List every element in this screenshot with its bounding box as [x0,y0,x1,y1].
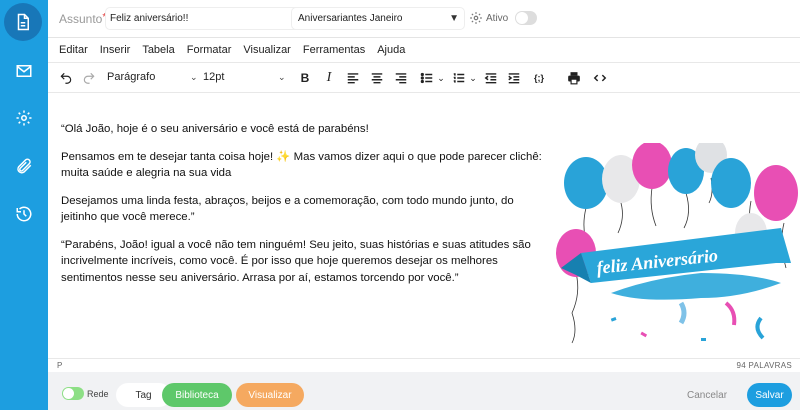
chevron-down-icon[interactable]: ⌄ [436,70,446,86]
editor-menubar: Editar Inserir Tabela Formatar Visualiza… [48,38,800,63]
gear-icon [16,110,32,126]
element-path[interactable]: P [57,361,62,370]
menu-formatar[interactable]: Formatar [187,44,232,56]
code-sample-button[interactable]: {;} [530,70,548,86]
print-icon [568,72,580,85]
align-center-button[interactable] [370,70,384,86]
rede-label: Rede [87,389,109,399]
subject-bar: Assunto* Aniversariantes Janeiro ▼ Ativo [48,0,800,38]
biblioteca-button[interactable]: Biblioteca [162,383,232,407]
sidebar [0,0,48,410]
visualizar-button[interactable]: Visualizar [236,383,304,407]
editor-statusbar: P 94 PALAVRAS [48,358,800,372]
chevron-down-icon: ⌄ [190,72,198,82]
align-left-icon [347,73,359,84]
menu-ferramentas[interactable]: Ferramentas [303,44,365,56]
font-size-select[interactable]: 12pt ⌄ [203,71,291,83]
indent-icon [508,73,520,84]
menu-editar[interactable]: Editar [59,44,88,56]
align-center-icon [371,73,383,84]
sidebar-item-settings[interactable] [8,102,40,134]
word-count: 94 PALAVRAS [736,361,792,370]
redo-icon [83,72,95,84]
redo-button[interactable] [81,70,97,86]
source-code-button[interactable] [592,70,608,86]
menu-tabela[interactable]: Tabela [142,44,174,56]
gear-icon[interactable] [469,11,483,25]
block-format-select[interactable]: Parágrafo ⌄ [107,71,198,83]
paragraph-wishes: Pensamos em te desejar tanta coisa hoje!… [61,150,542,180]
block-format-value: Parágrafo [107,71,156,83]
sidebar-item-history[interactable] [8,198,40,230]
chevron-down-icon: ▼ [449,13,459,24]
bottom-action-bar: Rede Tag Biblioteca Visualizar Cancelar … [48,372,800,410]
print-button[interactable] [566,70,582,86]
numbered-list-button[interactable] [452,70,466,86]
subject-label: Assunto* [59,12,106,26]
paperclip-icon [17,158,32,174]
editor-body[interactable]: “Olá João, hoje é o seu aniversário e vo… [48,93,800,358]
align-right-button[interactable] [394,70,408,86]
email-editor-app: Assunto* Aniversariantes Janeiro ▼ Ativo… [0,0,800,410]
cancel-button[interactable]: Cancelar [687,390,727,401]
active-label: Ativo [486,13,509,24]
menu-visualizar[interactable]: Visualizar [243,44,291,56]
menu-ajuda[interactable]: Ajuda [377,44,405,56]
undo-button[interactable] [58,70,74,86]
outdent-icon [484,73,497,84]
message-content[interactable]: “Olá João, hoje é o seu aniversário e vo… [61,121,551,297]
mail-icon [16,65,32,77]
history-icon [16,206,32,222]
align-right-icon [395,73,407,84]
bold-button[interactable]: B [298,70,312,86]
outdent-button[interactable] [484,70,498,86]
document-icon [17,13,29,31]
save-button[interactable]: Salvar [747,383,792,407]
chevron-down-icon: ⌄ [278,72,286,82]
source-code-icon [593,74,607,82]
editor-toolbar: Parágrafo ⌄ 12pt ⌄ B I ⌄ ⌄ {;} [48,63,800,93]
paragraph-party: Desejamos uma linda festa, abraços, beij… [61,194,514,224]
numbered-list-icon [453,73,465,83]
font-size-value: 12pt [203,71,225,83]
paragraph-greeting: “Olá João, hoje é o seu aniversário e vo… [61,123,369,135]
rede-toggle[interactable] [62,387,84,400]
recipient-list-select[interactable]: Aniversariantes Janeiro ▼ [291,7,465,30]
align-left-button[interactable] [346,70,360,86]
paragraph-congrats: “Parabéns, João! igual a você não tem ni… [61,238,531,284]
birthday-balloons-image[interactable]: feliz Aniversário [551,143,798,355]
recipient-list-value: Aniversariantes Janeiro [298,13,403,24]
italic-button[interactable]: I [322,70,336,86]
bullet-list-button[interactable] [420,70,434,86]
bullet-list-icon [420,72,433,84]
menu-inserir[interactable]: Inserir [100,44,131,56]
sidebar-item-attachments[interactable] [8,150,40,182]
sidebar-item-mail[interactable] [8,55,40,87]
chevron-down-icon[interactable]: ⌄ [468,70,478,86]
sidebar-item-document[interactable] [4,3,42,41]
undo-icon [60,72,72,84]
indent-button[interactable] [507,70,521,86]
active-toggle[interactable] [515,11,537,25]
